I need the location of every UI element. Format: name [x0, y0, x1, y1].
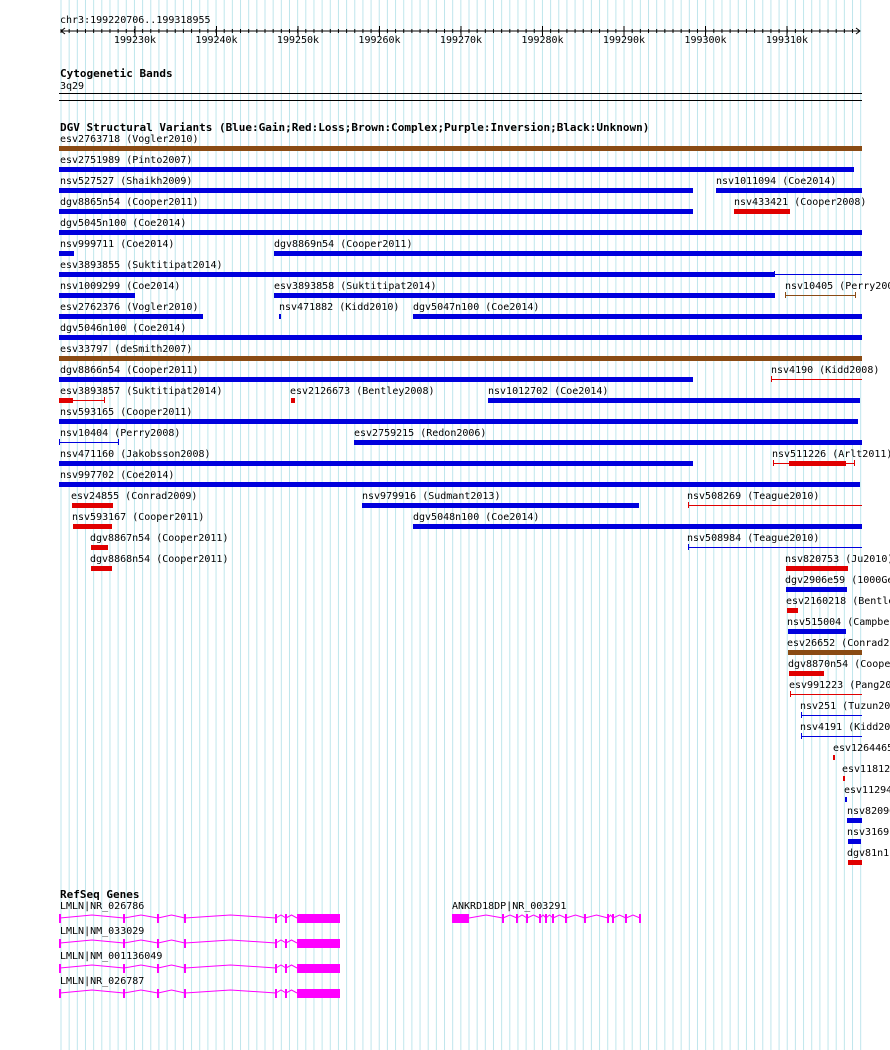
intron — [157, 939, 186, 944]
intron — [184, 939, 277, 944]
exon — [502, 914, 504, 923]
exon — [184, 939, 186, 948]
exon — [625, 914, 627, 923]
intron — [157, 914, 186, 919]
exon — [297, 964, 340, 973]
intron — [275, 964, 287, 969]
intron — [275, 989, 287, 994]
intron — [565, 914, 586, 919]
exon — [275, 914, 277, 923]
intron — [59, 914, 125, 919]
exon — [285, 914, 287, 923]
intron — [285, 914, 298, 919]
intron — [59, 939, 125, 944]
exon — [123, 939, 125, 948]
intron — [123, 989, 159, 994]
exon — [59, 914, 61, 923]
exon — [275, 989, 277, 998]
intron — [184, 989, 277, 994]
intron — [285, 939, 298, 944]
exon — [584, 914, 586, 923]
intron — [59, 964, 125, 969]
exon — [157, 964, 159, 973]
intron — [552, 914, 567, 919]
exon — [59, 939, 61, 948]
exon — [297, 989, 340, 998]
intron — [275, 939, 287, 944]
exon — [123, 989, 125, 998]
intron — [285, 964, 298, 969]
intron — [123, 939, 159, 944]
intron — [157, 989, 186, 994]
intron — [157, 964, 186, 969]
intron — [612, 914, 627, 919]
exon — [59, 989, 61, 998]
exon — [452, 914, 469, 923]
exon — [565, 914, 567, 923]
exon — [184, 914, 186, 923]
intron — [526, 914, 541, 919]
intron — [275, 914, 287, 919]
exon — [526, 914, 528, 923]
exon — [184, 964, 186, 973]
exon — [275, 939, 277, 948]
exon — [285, 939, 287, 948]
exon — [157, 939, 159, 948]
exon — [297, 914, 340, 923]
refseq-gene-models — [59, 914, 641, 998]
exon — [545, 914, 547, 923]
intron — [123, 964, 159, 969]
exon — [285, 964, 287, 973]
intron — [184, 964, 277, 969]
exon — [607, 914, 609, 923]
exon — [639, 914, 641, 923]
intron — [59, 989, 125, 994]
exon — [516, 914, 518, 923]
intron — [545, 914, 554, 919]
exon — [552, 914, 554, 923]
exon — [612, 914, 614, 923]
intron — [625, 914, 641, 919]
exon — [123, 914, 125, 923]
intron — [584, 914, 609, 919]
intron — [123, 914, 159, 919]
exon — [123, 964, 125, 973]
exon — [157, 989, 159, 998]
exon — [297, 939, 340, 948]
exon — [275, 964, 277, 973]
intron — [468, 914, 504, 919]
intron — [502, 914, 518, 919]
intron — [285, 989, 298, 994]
exon — [539, 914, 541, 923]
exon — [285, 989, 287, 998]
exon — [59, 964, 61, 973]
exon — [157, 914, 159, 923]
intron — [516, 914, 528, 919]
intron — [184, 914, 277, 919]
exon — [184, 989, 186, 998]
